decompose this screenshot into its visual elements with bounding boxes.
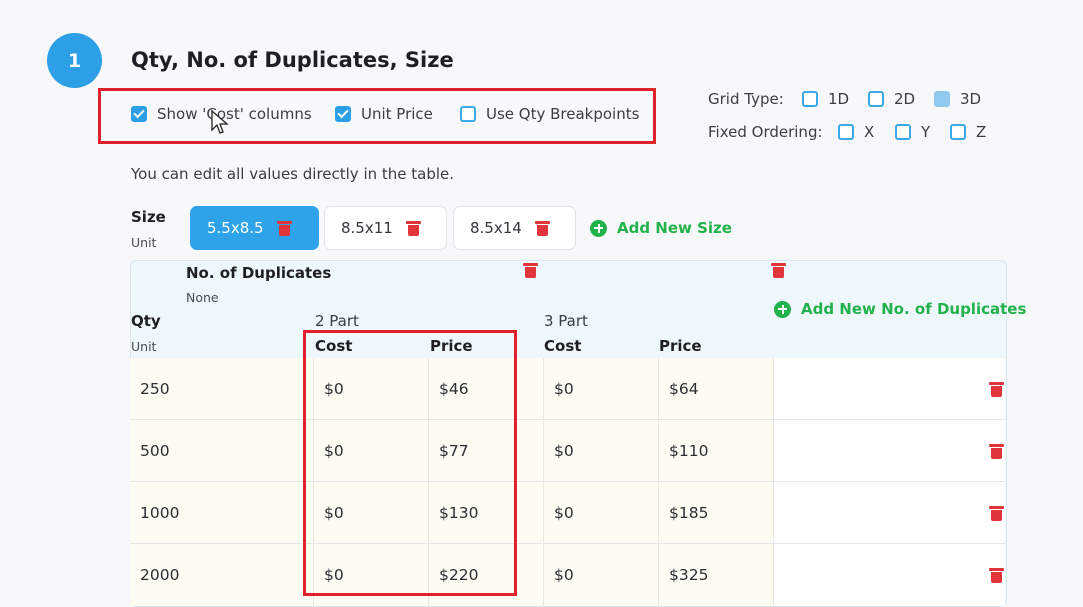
delete-row-icon[interactable] — [989, 567, 1004, 583]
delete-2-part-icon[interactable] — [523, 263, 538, 278]
size-tab-label: 5.5x8.5 — [207, 219, 264, 237]
table-row: 2000 $0 $220 $0 $325 — [130, 544, 1005, 606]
section-title: Qty, No. of Duplicates, Size — [131, 48, 454, 72]
plus-circle-icon — [774, 300, 791, 318]
price-cell[interactable]: $185 — [659, 482, 774, 544]
fixed-ordering-z[interactable]: Z — [950, 123, 986, 141]
trash-icon[interactable] — [405, 220, 421, 236]
fixed-ordering-x-checkbox[interactable] — [838, 124, 854, 140]
size-tab-label: 8.5x11 — [341, 219, 393, 237]
qty-cell[interactable]: 1000 — [130, 482, 314, 544]
col-header-cost-3-part: Cost — [544, 337, 582, 355]
duplicates-unit: None — [186, 290, 219, 305]
row-actions-cell — [774, 358, 1005, 420]
qty-breakpoints-label: Use Qty Breakpoints — [486, 105, 640, 123]
delete-3-part-icon[interactable] — [771, 263, 787, 278]
price-cell[interactable]: $110 — [659, 420, 774, 482]
row-actions-cell — [774, 544, 1005, 606]
price-cell[interactable]: $64 — [659, 358, 774, 420]
fixed-ordering-y-checkbox[interactable] — [895, 124, 911, 140]
add-new-size-label: Add New Size — [617, 219, 732, 237]
delete-row-icon[interactable] — [989, 381, 1004, 397]
grid-type-2d-label: 2D — [894, 90, 916, 108]
grid-type-3d[interactable]: 3D — [934, 90, 981, 108]
cost-cell[interactable]: $0 — [544, 482, 659, 544]
unit-price-label: Unit Price — [361, 105, 433, 123]
table-row: 250 $0 $46 $0 $64 — [130, 358, 1005, 420]
fixed-ordering-label: Fixed Ordering: — [708, 123, 823, 141]
group-3-part-label: 3 Part — [544, 312, 588, 330]
show-cost-checkbox[interactable] — [131, 106, 147, 122]
qty-breakpoints-option[interactable]: Use Qty Breakpoints — [460, 105, 639, 123]
add-new-duplicates-label: Add New No. of Duplicates — [801, 300, 1027, 318]
grid-type-3d-checkbox[interactable] — [934, 91, 950, 107]
duplicates-label: No. of Duplicates — [186, 264, 332, 282]
fixed-ordering-z-checkbox[interactable] — [950, 124, 966, 140]
col-header-price-3-part: Price — [659, 337, 702, 355]
qty-breakpoints-checkbox[interactable] — [460, 106, 476, 122]
add-new-duplicates-button[interactable]: Add New No. of Duplicates — [774, 300, 1026, 318]
fixed-ordering-x[interactable]: X — [838, 123, 874, 141]
size-tab-5-5x8-5[interactable]: 5.5x8.5 — [190, 206, 319, 250]
delete-row-icon[interactable] — [989, 505, 1004, 521]
qty-cell[interactable]: 500 — [130, 420, 314, 482]
size-tab-8-5x14[interactable]: 8.5x14 — [453, 206, 576, 250]
unit-price-option[interactable]: Unit Price — [335, 105, 433, 123]
columns-highlight-box — [303, 330, 517, 596]
show-cost-label: Show 'Cost' columns — [157, 105, 312, 123]
fixed-ordering-z-label: Z — [976, 123, 987, 141]
add-new-size-button[interactable]: Add New Size — [590, 219, 732, 237]
qty-unit: Unit — [131, 339, 157, 354]
size-unit: Unit — [131, 235, 157, 250]
qty-label: Qty — [131, 312, 161, 330]
mouse-cursor-icon — [211, 110, 229, 134]
cost-cell[interactable]: $0 — [544, 358, 659, 420]
fixed-ordering-y[interactable]: Y — [895, 123, 930, 141]
fixed-ordering-y-label: Y — [921, 123, 931, 141]
row-actions-cell — [774, 482, 1005, 544]
delete-row-icon[interactable] — [989, 443, 1004, 459]
trash-icon[interactable] — [276, 220, 292, 236]
qty-cell[interactable]: 250 — [130, 358, 314, 420]
grid-type-1d-label: 1D — [828, 90, 850, 108]
grid-type-label: Grid Type: — [708, 90, 784, 108]
fixed-ordering-x-label: X — [864, 123, 875, 141]
grid-type-1d-checkbox[interactable] — [802, 91, 818, 107]
size-label: Size — [131, 208, 166, 226]
group-2-part-label: 2 Part — [315, 312, 359, 330]
trash-icon[interactable] — [534, 220, 550, 236]
grid-type-3d-label: 3D — [960, 90, 982, 108]
grid-type-1d[interactable]: 1D — [802, 90, 849, 108]
grid-type-2d[interactable]: 2D — [868, 90, 915, 108]
size-tab-label: 8.5x14 — [470, 219, 522, 237]
grid-type-2d-checkbox[interactable] — [868, 91, 884, 107]
price-cell[interactable]: $325 — [659, 544, 774, 606]
qty-cell[interactable]: 2000 — [130, 544, 314, 606]
edit-hint: You can edit all values directly in the … — [131, 165, 455, 183]
size-tab-8-5x11[interactable]: 8.5x11 — [324, 206, 447, 250]
plus-circle-icon — [590, 219, 607, 237]
cost-cell[interactable]: $0 — [544, 544, 659, 606]
unit-price-checkbox[interactable] — [335, 106, 351, 122]
table-row: 1000 $0 $130 $0 $185 — [130, 482, 1005, 544]
table-row: 500 $0 $77 $0 $110 — [130, 420, 1005, 482]
step-badge: 1 — [47, 33, 102, 88]
cost-cell[interactable]: $0 — [544, 420, 659, 482]
row-actions-cell — [774, 420, 1005, 482]
